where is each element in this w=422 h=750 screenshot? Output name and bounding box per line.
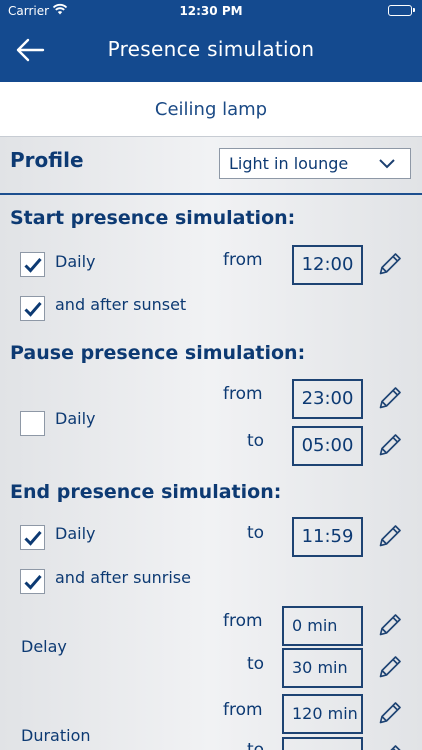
end-daily-label: Daily xyxy=(55,524,96,543)
end-to-label: to xyxy=(247,523,265,543)
duration-from-value[interactable]: 120 min xyxy=(282,694,363,734)
start-after-sunset-label: and after sunset xyxy=(55,295,187,314)
delay-to-value[interactable]: 30 min xyxy=(282,648,363,688)
pause-daily-checkbox[interactable] xyxy=(20,411,45,436)
end-to-time[interactable]: 11:59 xyxy=(292,517,363,557)
checkmark-icon xyxy=(24,531,42,546)
checkmark-icon xyxy=(24,575,42,590)
pencil-icon xyxy=(379,656,401,678)
edit-start-from-button[interactable] xyxy=(377,251,403,277)
edit-pause-from-button[interactable] xyxy=(377,385,403,411)
start-daily-checkbox[interactable] xyxy=(20,252,45,277)
checkmark-icon xyxy=(24,258,42,273)
duration-label: Duration xyxy=(21,726,91,745)
profile-label: Profile xyxy=(10,148,84,172)
page-title: Presence simulation xyxy=(107,37,315,61)
chevron-down-icon xyxy=(379,159,395,169)
duration-from-label: from xyxy=(223,700,263,720)
pencil-icon xyxy=(390,745,401,750)
pencil-icon xyxy=(379,614,401,636)
start-from-label: from xyxy=(223,250,263,270)
end-after-sunrise-label: and after sunrise xyxy=(55,568,191,587)
end-heading: End presence simulation: xyxy=(10,481,282,503)
profile-select[interactable]: Light in lounge xyxy=(219,148,411,179)
delay-to-label: to xyxy=(247,654,265,674)
delay-from-value[interactable]: 0 min xyxy=(282,606,363,646)
pause-to-label: to xyxy=(247,431,265,451)
pause-from-time[interactable]: 23:00 xyxy=(292,379,363,419)
pencil-icon xyxy=(379,253,401,275)
pause-daily-label: Daily xyxy=(55,409,96,428)
pause-heading: Pause presence simulation: xyxy=(10,342,306,364)
profile-selected-value: Light in lounge xyxy=(229,154,349,173)
edit-duration-from-button[interactable] xyxy=(377,700,403,726)
pause-from-label: from xyxy=(223,384,263,404)
edit-delay-from-button[interactable] xyxy=(377,612,403,638)
settings-panel: Profile Light in lounge Start presence s… xyxy=(0,137,422,750)
start-daily-label: Daily xyxy=(55,252,96,271)
pencil-icon xyxy=(379,434,401,456)
start-after-sunset-checkbox[interactable] xyxy=(20,296,45,321)
pencil-icon xyxy=(379,525,401,547)
start-heading: Start presence simulation: xyxy=(10,207,296,229)
pencil-icon xyxy=(379,387,401,409)
navigation-bar: Carrier 12:30 PM Presence simulation xyxy=(0,0,422,82)
start-from-time[interactable]: 12:00 xyxy=(292,245,363,285)
delay-from-label: from xyxy=(223,611,263,631)
device-name: Ceiling lamp xyxy=(0,82,422,137)
pencil-icon xyxy=(379,702,401,724)
edit-delay-to-button[interactable] xyxy=(377,654,403,680)
edit-end-to-button[interactable] xyxy=(377,523,403,549)
edit-duration-to-button[interactable] xyxy=(377,743,403,750)
duration-to-label: to xyxy=(247,740,265,750)
divider xyxy=(0,193,422,195)
pause-to-time[interactable]: 05:00 xyxy=(292,426,363,466)
battery-icon xyxy=(388,5,415,16)
status-time: 12:30 PM xyxy=(179,4,243,18)
end-after-sunrise-checkbox[interactable] xyxy=(20,569,45,594)
edit-pause-to-button[interactable] xyxy=(377,432,403,458)
duration-to-value[interactable]: 240 min xyxy=(282,737,363,750)
delay-label: Delay xyxy=(21,637,67,656)
status-bar: Carrier 12:30 PM xyxy=(0,0,422,22)
checkmark-icon xyxy=(24,302,42,317)
end-daily-checkbox[interactable] xyxy=(20,525,45,550)
